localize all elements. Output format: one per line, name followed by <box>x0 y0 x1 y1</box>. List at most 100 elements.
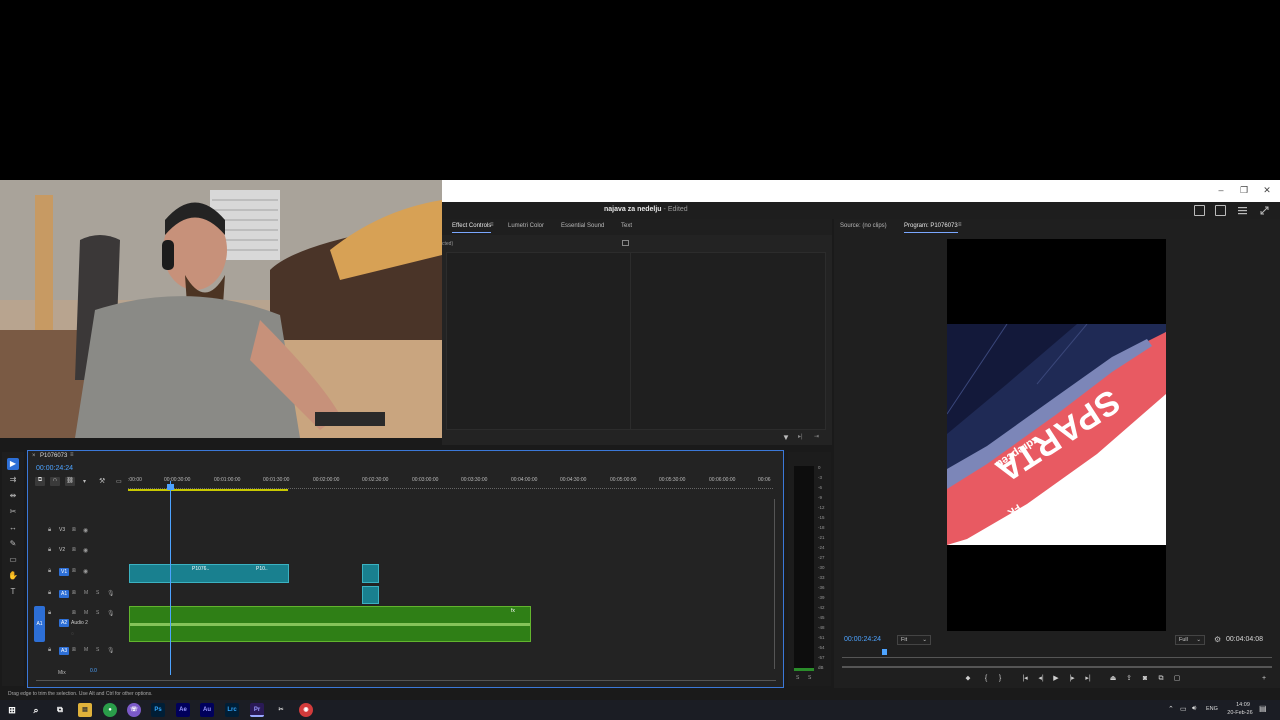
ripple-edit-tool-icon[interactable]: ⇹ <box>7 490 19 502</box>
fullscreen-icon[interactable] <box>1259 205 1270 216</box>
go-to-out-icon[interactable]: ▸| <box>1083 674 1093 684</box>
lock-icon[interactable]: 🔒︎ <box>48 647 51 654</box>
panel-menu-icon[interactable]: ≡ <box>490 222 494 228</box>
work-area-bar[interactable] <box>128 489 288 491</box>
captions-icon[interactable]: ▭ <box>116 478 122 485</box>
lock-icon[interactable]: 🔒︎ <box>48 590 51 597</box>
hand-tool-icon[interactable]: ✋ <box>7 570 19 582</box>
tab-essential-sound[interactable]: Essential Sound <box>561 223 604 229</box>
solo-button[interactable]: S <box>96 590 99 596</box>
eye-icon[interactable]: ◉ <box>83 568 88 575</box>
step-forward-icon[interactable]: |▸ <box>1067 674 1077 684</box>
timeline-playhead[interactable] <box>170 481 171 675</box>
add-marker-icon[interactable]: ▾ <box>83 478 86 485</box>
playback-resolution-select[interactable]: Full ⌄ <box>1175 635 1205 645</box>
sequence-tab[interactable]: P1076073 <box>40 453 67 459</box>
menu-icon[interactable] <box>1237 205 1248 216</box>
track-label-v1[interactable]: V1 <box>59 568 70 576</box>
share-icon[interactable] <box>1215 205 1226 216</box>
premiere-pro-icon[interactable]: Pr <box>250 703 264 717</box>
close-icon[interactable]: ✕ <box>1260 183 1274 197</box>
mark-in-icon[interactable]: { <box>981 674 991 684</box>
video-clip[interactable]: P1076.. P10.. <box>129 564 289 583</box>
sync-lock-icon[interactable]: ⧈ <box>72 547 76 554</box>
mute-button[interactable]: M <box>84 610 88 616</box>
search-icon[interactable]: ⌕ <box>29 703 43 717</box>
snipping-tool-icon[interactable]: ✂ <box>274 703 288 717</box>
eye-icon[interactable]: ◉ <box>83 547 88 554</box>
comparison-view-icon[interactable]: ⧉ <box>1156 674 1166 684</box>
tab-program-monitor[interactable]: Program: P1076073 <box>904 223 958 233</box>
extract-icon[interactable]: ⇪ <box>1124 674 1134 684</box>
razor-tool-icon[interactable]: ✂ <box>7 506 19 518</box>
program-menu-icon[interactable]: ≡ <box>958 222 962 228</box>
photoshop-icon[interactable]: Ps <box>151 703 165 717</box>
track-label-v3[interactable]: V3 <box>59 527 65 533</box>
minimize-icon[interactable]: – <box>1214 183 1228 197</box>
video-clip[interactable] <box>362 564 379 583</box>
pen-tool-icon[interactable]: ✎ <box>7 538 19 550</box>
tab-effect-controls[interactable]: Effect Controls <box>452 223 492 233</box>
solo-button[interactable]: S <box>96 647 99 653</box>
play-icon[interactable]: ▶ <box>1051 674 1061 684</box>
tab-lumetri-color[interactable]: Lumetri Color <box>508 223 544 229</box>
type-tool-icon[interactable]: T <box>7 586 19 598</box>
track-label-a3[interactable]: A3 <box>59 647 70 655</box>
step-back-icon[interactable]: ◂| <box>1036 674 1046 684</box>
timeline-playhead-handle[interactable] <box>167 484 174 490</box>
solo-left-button[interactable]: S <box>796 675 799 681</box>
network-icon[interactable]: ▭ <box>1180 705 1187 713</box>
selection-tool-icon[interactable]: ▶ <box>7 458 19 470</box>
mix-volume-value[interactable]: 0.0 <box>90 668 97 674</box>
zoom-fit-select[interactable]: Fit ⌄ <box>897 635 931 645</box>
close-tab-icon[interactable]: × <box>32 453 36 459</box>
wrench-icon[interactable]: ⚒ <box>99 477 105 485</box>
lock-icon[interactable]: 🔒︎ <box>48 547 51 554</box>
after-effects-icon[interactable]: Ae <box>176 703 190 717</box>
audition-icon[interactable]: Au <box>200 703 214 717</box>
program-mini-ruler[interactable] <box>842 650 1272 658</box>
language-indicator[interactable]: ENG <box>1206 706 1218 712</box>
sync-lock-icon[interactable]: ⧈ <box>72 610 76 617</box>
audio-clip[interactable]: fx <box>129 606 531 642</box>
task-view-icon[interactable]: ⧉ <box>53 703 67 717</box>
go-to-in-icon[interactable]: |◂ <box>1020 674 1030 684</box>
audio-clip-linked[interactable] <box>362 586 379 604</box>
button-editor-icon[interactable]: + <box>1259 674 1269 684</box>
solo-right-button[interactable]: S <box>808 675 811 681</box>
tray-chevron-icon[interactable]: ⌃ <box>1168 705 1174 713</box>
lift-icon[interactable]: ⏏ <box>1108 674 1118 684</box>
file-explorer-icon[interactable]: ▤ <box>78 703 92 717</box>
microphone-icon[interactable]: 🎙︎ <box>107 590 115 597</box>
eye-icon[interactable]: ◉ <box>83 527 88 534</box>
solo-button[interactable]: S <box>96 610 99 616</box>
restore-icon[interactable]: ❐ <box>1237 183 1251 197</box>
vertical-scrollbar[interactable] <box>774 499 775 669</box>
toggle-timeline-icon[interactable] <box>622 240 629 246</box>
clock-time[interactable]: 14:09 <box>1230 702 1256 708</box>
sync-lock-icon[interactable]: ⧈ <box>72 590 76 597</box>
snap-icon[interactable]: ∩ <box>50 477 60 486</box>
add-marker-icon[interactable]: ⬥ <box>963 674 973 684</box>
horizontal-scrollbar[interactable] <box>36 680 776 681</box>
program-zoom-scrollbar[interactable] <box>842 666 1272 668</box>
track-select-tool-icon[interactable]: ⇉ <box>7 474 19 486</box>
lock-icon[interactable]: 🔒︎ <box>48 527 51 534</box>
microphone-icon[interactable]: 🎙︎ <box>107 647 115 654</box>
notifications-icon[interactable]: ▤ <box>1259 704 1267 713</box>
microphone-icon[interactable]: 🎙︎ <box>107 610 115 617</box>
workspaces-icon[interactable] <box>1194 205 1205 216</box>
track-label-a1[interactable]: A1 <box>59 590 70 598</box>
timeline-timecode[interactable]: 00:00:24:24 <box>36 465 73 472</box>
program-playhead[interactable] <box>882 649 887 655</box>
sync-lock-icon[interactable]: ⧈ <box>72 647 76 654</box>
pan-knob-icon[interactable]: ◌ <box>71 631 74 637</box>
filter-icon[interactable]: ▼ <box>782 433 790 442</box>
program-timecode[interactable]: 00:00:24:24 <box>844 636 881 643</box>
track-label-v2[interactable]: V2 <box>59 547 65 553</box>
volume-icon[interactable]: 🔊︎ <box>1192 705 1196 713</box>
lightroom-classic-icon[interactable]: Lrc <box>225 703 239 717</box>
nest-icon[interactable]: ⧉ <box>35 477 45 486</box>
sync-lock-icon[interactable]: ⧈ <box>72 568 76 575</box>
rectangle-tool-icon[interactable]: ▭ <box>7 554 19 566</box>
